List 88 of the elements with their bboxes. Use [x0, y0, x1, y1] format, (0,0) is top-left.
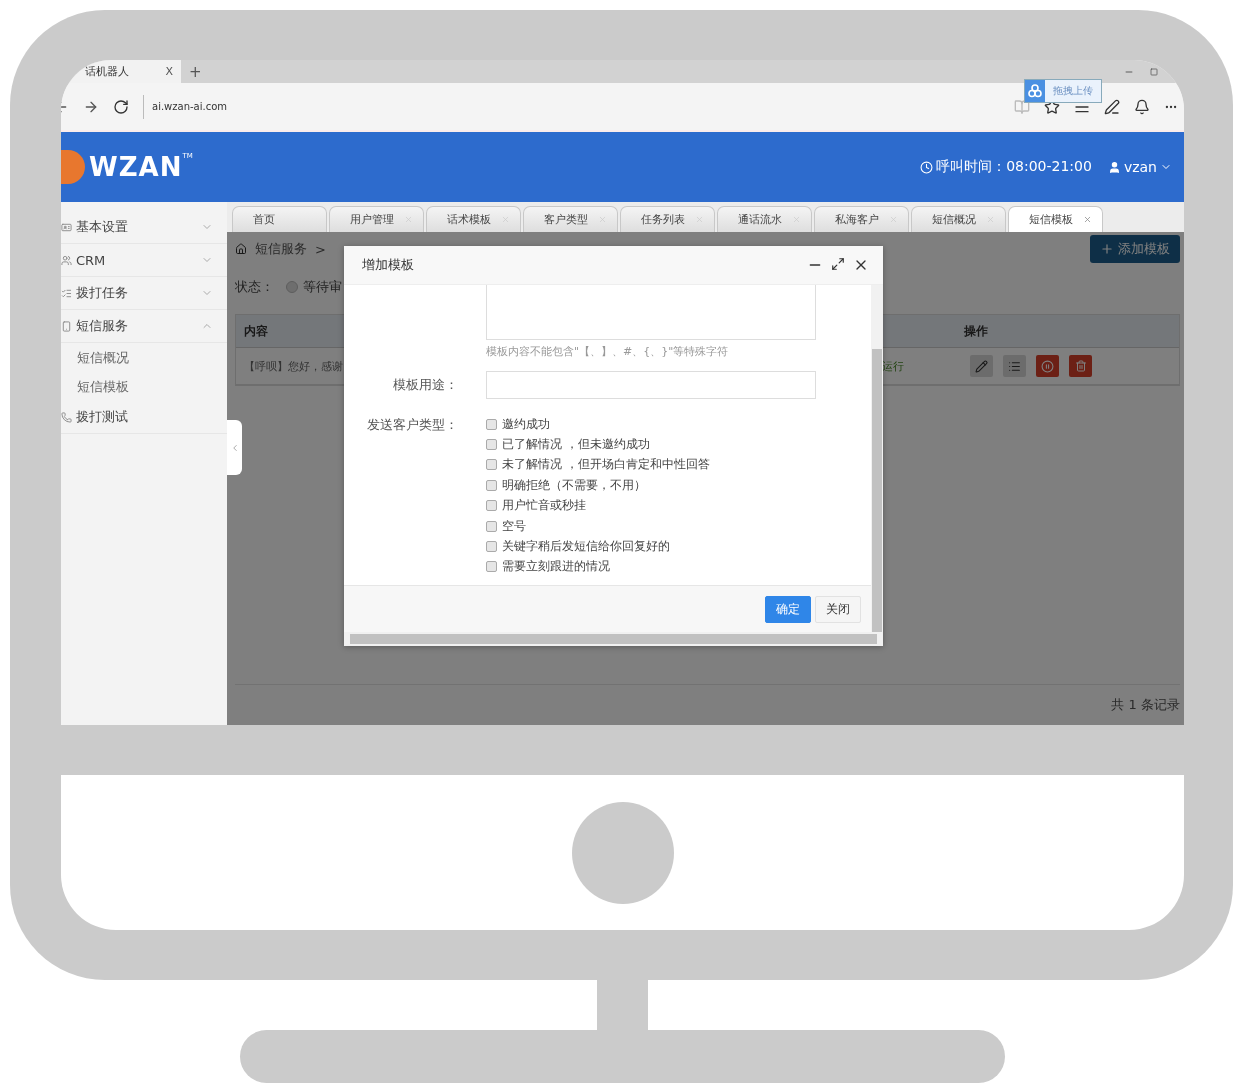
checkbox[interactable] — [486, 418, 497, 430]
page-tab[interactable]: 客户类型 — [523, 206, 618, 232]
checkbox[interactable] — [486, 459, 497, 471]
list-icon — [1008, 359, 1021, 373]
call-time-label: 呼叫时间：08:00-21:00 — [936, 158, 1092, 176]
refresh-icon[interactable] — [113, 98, 129, 115]
breadcrumb-item: 短信服务 — [255, 240, 307, 258]
cloud-icon — [1028, 83, 1042, 98]
sidebar-label: 基本设置 — [76, 218, 128, 236]
id-card-icon — [61, 221, 72, 233]
delete-button[interactable] — [1069, 355, 1092, 377]
content-textarea[interactable] — [486, 285, 816, 340]
checkbox-option[interactable]: 未了解情况 ，但开场白肯定和中性回答 — [486, 454, 816, 476]
page-tab[interactable]: 首页 — [232, 206, 327, 232]
hint-text: 模板内容不能包含"【、】、#、{、}"等特殊字符 — [486, 344, 730, 359]
checkbox-option[interactable]: 明确拒绝（不需要，不用） — [486, 475, 816, 496]
plus-icon — [1100, 242, 1114, 256]
book-icon[interactable] — [1014, 98, 1030, 115]
checkbox-option[interactable]: 关键字稍后发短信给你回复好的 — [486, 536, 816, 557]
field-label: 模板用途： — [392, 376, 459, 394]
logo-icon — [61, 150, 85, 184]
page-tab[interactable]: 短信模板 — [1008, 206, 1103, 232]
edit-button[interactable] — [970, 355, 993, 377]
pen-icon[interactable] — [1104, 98, 1120, 115]
collapse-handle[interactable] — [227, 420, 242, 475]
maximize-icon[interactable] — [831, 257, 845, 271]
sidebar-label: 拨打任务 — [76, 284, 128, 302]
checkbox[interactable] — [486, 500, 497, 512]
checkbox-option[interactable]: 空号 — [486, 515, 816, 537]
sidebar-label: CRM — [76, 252, 106, 268]
status-text: 运行 — [882, 358, 904, 374]
pencil-icon — [975, 359, 988, 373]
pause-button[interactable] — [1036, 355, 1059, 377]
phone-icon — [61, 320, 72, 332]
confirm-button[interactable]: 确定 — [765, 595, 811, 623]
close-button[interactable]: 关闭 — [815, 595, 861, 623]
page-tab[interactable]: 短信概况 — [911, 206, 1006, 232]
add-template-button[interactable]: 添加模板 — [1090, 235, 1180, 263]
breadcrumb-item: > — [315, 241, 326, 257]
url-field[interactable]: ai.wzan-ai.com — [143, 94, 228, 119]
list-icon — [61, 287, 72, 299]
logo-text: WZAN — [89, 152, 183, 182]
sidebar-subitem[interactable]: 短信模板 — [61, 372, 227, 401]
pause-icon — [1041, 359, 1054, 373]
field-label: 发送客户类型： — [366, 416, 459, 434]
radio-button[interactable] — [286, 281, 298, 293]
sidebar-label: 短信服务 — [76, 317, 128, 335]
page-tab[interactable]: 任务列表 — [620, 206, 715, 232]
users-icon — [61, 254, 72, 266]
tab-close-button[interactable]: X — [165, 65, 173, 78]
checkbox-option[interactable]: 邀约成功 — [486, 414, 816, 435]
column-header: 操作 — [964, 322, 988, 340]
new-tab-button[interactable]: + — [181, 60, 210, 83]
list-button[interactable] — [1003, 355, 1026, 377]
user-icon — [1107, 160, 1121, 174]
checkbox-option[interactable]: 需要立刻跟进的情况 — [486, 556, 816, 578]
sidebar-label: 拨打测试 — [76, 408, 128, 426]
table-cell: 【呼呗】您好，感谢 — [244, 358, 343, 374]
modal-title: 增加模板 — [362, 256, 414, 274]
sidebar-subitem[interactable]: 短信概况 — [61, 343, 227, 372]
checkbox[interactable] — [486, 439, 497, 451]
record-count: 共 1 条记录 — [1111, 696, 1180, 714]
user-name: vzan — [1123, 159, 1157, 175]
home-icon — [235, 243, 247, 255]
filter-label: 状态： — [235, 278, 274, 296]
tab-title: 话机器人 — [85, 64, 129, 79]
page-tab[interactable]: 通话流水 — [717, 206, 812, 232]
clock-icon — [920, 160, 934, 174]
checkbox-option[interactable]: 已了解情况 ，但未邀约成功 — [486, 434, 816, 455]
page-tab[interactable]: 私海客户 — [814, 206, 909, 232]
phone-icon — [61, 411, 72, 423]
checkbox-option[interactable]: 用户忙音或秒挂 — [486, 495, 816, 516]
upload-tip-text: 拖拽上传 — [1052, 83, 1094, 98]
user-menu[interactable]: vzan — [1107, 159, 1172, 175]
page-tab[interactable]: 话术模板 — [426, 206, 521, 232]
page-tab[interactable]: 用户管理 — [329, 206, 424, 232]
checkbox[interactable] — [486, 541, 497, 553]
bell-icon[interactable] — [1134, 98, 1150, 115]
column-header: 内容 — [244, 322, 268, 340]
checkbox[interactable] — [486, 479, 497, 491]
horizontal-scrollbar[interactable] — [344, 632, 883, 646]
vertical-scrollbar[interactable] — [871, 285, 883, 632]
purpose-input[interactable] — [486, 371, 816, 399]
radio-label: 等待审 — [303, 278, 342, 296]
checkbox[interactable] — [486, 561, 497, 573]
trash-icon — [1074, 360, 1087, 372]
checkbox[interactable] — [486, 520, 497, 532]
restore-icon[interactable] — [1150, 67, 1158, 76]
